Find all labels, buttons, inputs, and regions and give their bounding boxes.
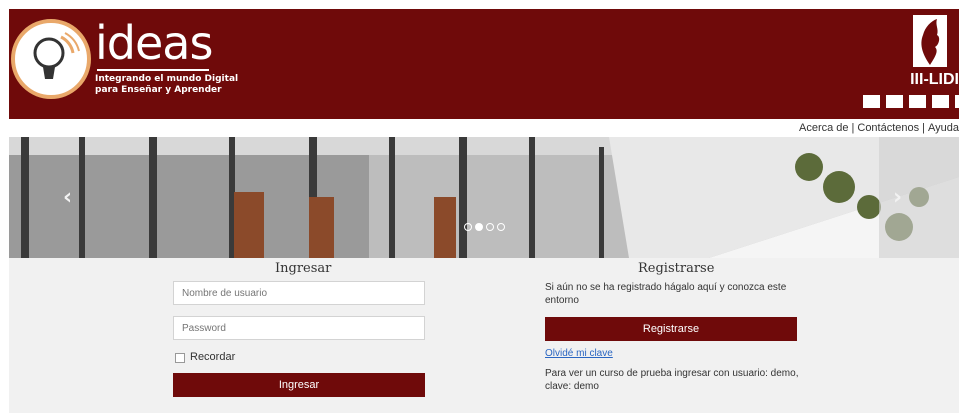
demo-info-text: Para ver un curso de prueba ingresar con…	[545, 368, 799, 392]
tagline: Integrando el mundo Digital para Enseñar…	[95, 74, 265, 96]
tagline-line1: Integrando el mundo Digital	[95, 74, 239, 84]
help-link[interactable]: Ayuda	[928, 122, 959, 134]
tagline-line2: para Enseñar y Aprender	[95, 85, 222, 95]
remember-checkbox[interactable]	[175, 353, 185, 363]
institution-name: III-LIDI	[910, 71, 959, 88]
separator: |	[922, 122, 925, 134]
register-button[interactable]: Registrarse	[545, 317, 797, 341]
contact-link[interactable]: Contáctenos	[857, 122, 919, 134]
login-register-panel: Ingresar Recordar Ingresar Registrarse S…	[9, 258, 959, 413]
remember-label: Recordar	[190, 351, 236, 363]
login-title: Ingresar	[275, 261, 332, 276]
carousel-dot[interactable]	[497, 223, 505, 231]
carousel-prev-arrow-icon[interactable]: ‹	[63, 185, 72, 210]
forgot-password-link[interactable]: Olvidé mi clave	[545, 348, 613, 359]
carousel-dot[interactable]	[486, 223, 494, 231]
top-links: Acerca de | Contáctenos | Ayuda	[799, 122, 959, 134]
image-carousel: ‹ ›	[9, 137, 959, 258]
carousel-indicators	[464, 223, 505, 231]
login-button[interactable]: Ingresar	[173, 373, 425, 397]
institution-logo[interactable]: III-LIDI	[863, 9, 959, 119]
register-description: Si aún no se ha registrado hágalo aquí y…	[545, 282, 787, 306]
username-input[interactable]	[173, 281, 425, 305]
carousel-dot-active[interactable]	[475, 223, 483, 231]
institution-squares	[863, 95, 959, 108]
oak-leaf-icon	[913, 15, 947, 67]
register-title: Registrarse	[638, 261, 715, 276]
site-header: ideas Integrando el mundo Digital para E…	[9, 9, 959, 119]
separator: |	[851, 122, 855, 134]
about-link[interactable]: Acerca de	[799, 122, 849, 134]
carousel-dot[interactable]	[464, 223, 472, 231]
carousel-slide-image	[9, 137, 959, 258]
password-input[interactable]	[173, 316, 425, 340]
lightbulb-logo-icon[interactable]	[11, 19, 91, 99]
carousel-next-arrow-icon[interactable]: ›	[893, 185, 902, 210]
brand-name[interactable]: ideas	[95, 17, 213, 69]
brand-underline	[97, 69, 209, 71]
